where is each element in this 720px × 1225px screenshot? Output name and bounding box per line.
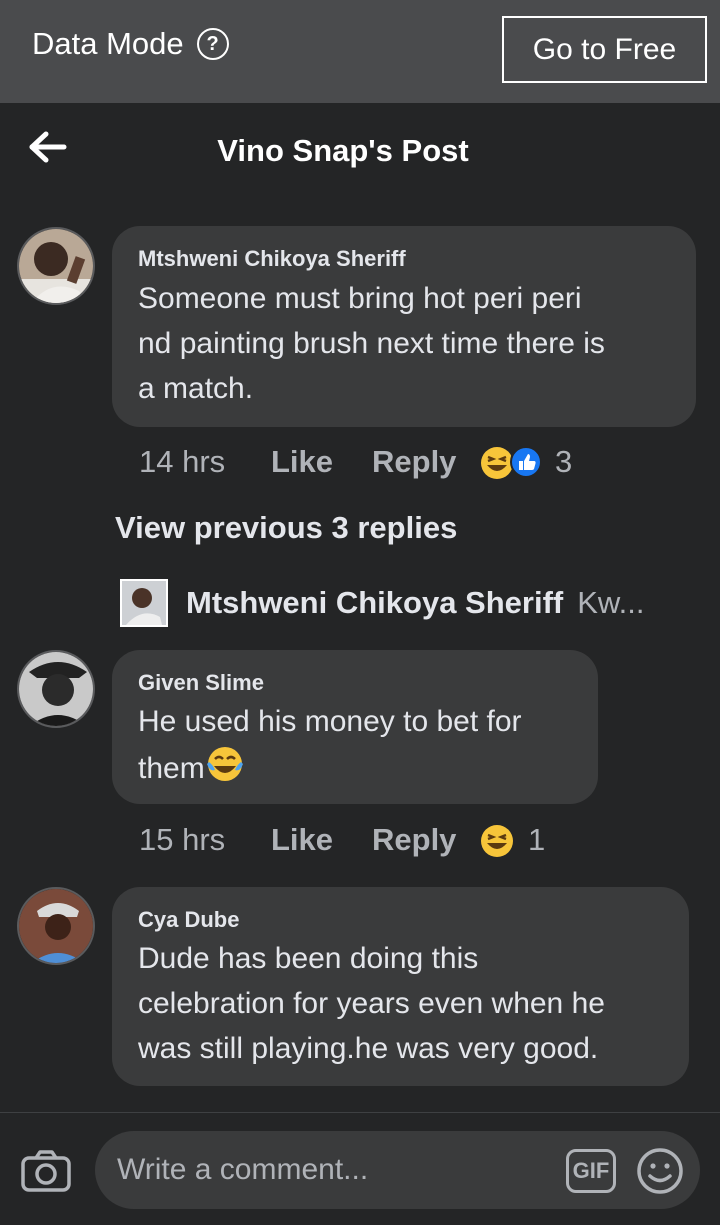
comment-text-line: them — [138, 744, 245, 791]
reply-button[interactable]: Reply — [372, 444, 456, 480]
latest-reply-preview[interactable]: Mtshweni Chikoya Sheriff Kw... — [120, 578, 644, 628]
reaction-count[interactable]: 1 — [528, 822, 545, 858]
post-header: Vino Snap's Post — [0, 103, 720, 203]
laugh-reaction-icon[interactable] — [480, 824, 514, 858]
comment-bubble[interactable]: Given Slime He used his money to bet for… — [112, 650, 598, 804]
comment-author[interactable]: Cya Dube — [138, 907, 239, 933]
data-mode-label: Data Mode ? — [32, 26, 229, 62]
comment-author[interactable]: Mtshweni Chikoya Sheriff — [138, 246, 406, 272]
comment-time: 15 hrs — [139, 822, 226, 857]
like-reaction-icon[interactable] — [510, 446, 542, 478]
comment-text-line: was still playing.he was very good. — [138, 1032, 599, 1065]
data-mode-text: Data Mode — [32, 26, 184, 61]
comment-author[interactable]: Given Slime — [138, 670, 264, 696]
comment-text-line: Dude has been doing this — [138, 942, 479, 975]
avatar[interactable] — [120, 579, 168, 627]
comment-composer: GIF — [0, 1112, 720, 1225]
avatar[interactable] — [17, 227, 95, 305]
reaction-count[interactable]: 3 — [555, 444, 572, 480]
laugh-reaction-icon[interactable] — [480, 446, 514, 480]
comment-text-fragment: them — [138, 752, 205, 785]
reply-button[interactable]: Reply — [372, 822, 456, 858]
avatar[interactable] — [17, 887, 95, 965]
go-to-free-button[interactable]: Go to Free — [502, 16, 707, 83]
view-previous-replies-link[interactable]: View previous 3 replies — [115, 510, 457, 546]
comment-bubble[interactable]: Mtshweni Chikoya Sheriff Someone must br… — [112, 226, 696, 427]
emoji-icon[interactable] — [636, 1147, 684, 1195]
like-button[interactable]: Like — [271, 444, 333, 480]
comment-text-line: Someone must bring hot peri peri — [138, 282, 582, 315]
like-button[interactable]: Like — [271, 822, 333, 858]
comment-text-line: He used his money to bet for — [138, 705, 522, 738]
comment-text-line: nd painting brush next time there is — [138, 327, 605, 360]
reply-snippet: Kw... — [577, 585, 645, 620]
avatar[interactable] — [17, 650, 95, 728]
comment-text-line: a match. — [138, 372, 254, 405]
data-mode-bar: Data Mode ? Go to Free — [0, 0, 720, 103]
comment-text-line: celebration for years even when he — [138, 987, 605, 1020]
comment-time: 14 hrs — [139, 444, 226, 479]
camera-icon[interactable] — [20, 1149, 72, 1193]
reply-author[interactable]: Mtshweni Chikoya Sheriff — [186, 585, 563, 621]
tears-of-joy-icon — [206, 747, 243, 781]
page-title: Vino Snap's Post — [217, 133, 469, 168]
help-icon[interactable]: ? — [196, 28, 229, 60]
gif-button[interactable]: GIF — [566, 1149, 616, 1193]
comment-bubble[interactable]: Cya Dube Dude has been doing this celebr… — [112, 887, 689, 1086]
